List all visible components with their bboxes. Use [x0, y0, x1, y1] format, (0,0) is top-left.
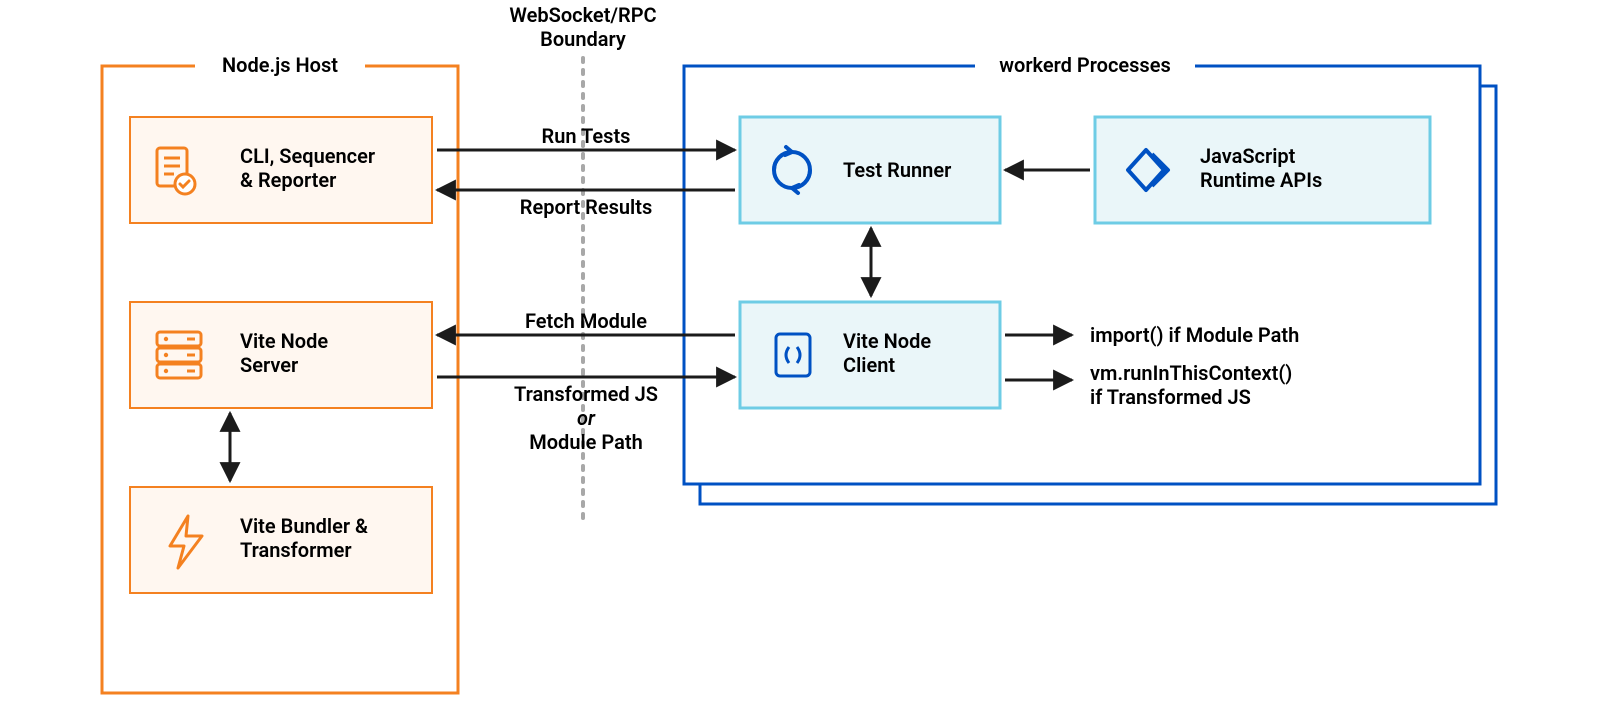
nodejs-host-group: Node.js Host CLI, Sequencer & Reporter: [102, 52, 458, 693]
transformed-label: Transformed JS: [514, 382, 658, 406]
vm-run-label-2: if Transformed JS: [1090, 385, 1251, 409]
js-runtime-label-1: JavaScript: [1200, 144, 1296, 168]
vite-client-label-1: Vite Node: [843, 329, 931, 353]
js-runtime-label-2: Runtime APIs: [1200, 168, 1322, 192]
cli-label-2: & Reporter: [240, 168, 336, 192]
vite-server-label-1: Vite Node: [240, 329, 328, 353]
fetch-module-label: Fetch Module: [525, 309, 647, 333]
boundary-title: WebSocket/RPC: [509, 3, 656, 27]
or-label: or: [577, 406, 596, 430]
boundary-subtitle: Boundary: [540, 27, 626, 51]
vite-client-box: Vite Node Client: [740, 302, 1000, 408]
workerd-group: workerd Processes Test Runner JavaScript…: [684, 52, 1496, 504]
vite-server-label-2: Server: [240, 353, 298, 377]
vite-client-label-2: Client: [843, 353, 895, 377]
test-runner-label: Test Runner: [843, 158, 951, 182]
architecture-diagram: WebSocket/RPC Boundary Node.js Host CLI,…: [0, 0, 1600, 726]
cli-box: CLI, Sequencer & Reporter: [130, 117, 432, 223]
nodejs-title: Node.js Host: [222, 53, 338, 77]
bundler-label-1: Vite Bundler &: [240, 514, 368, 538]
run-tests-label: Run Tests: [542, 124, 631, 148]
cli-label-1: CLI, Sequencer: [240, 144, 375, 168]
workerd-title: workerd Processes: [999, 53, 1171, 77]
vite-server-box: Vite Node Server: [130, 302, 432, 408]
module-path-label: Module Path: [529, 430, 643, 454]
import-if-label: import() if Module Path: [1090, 323, 1299, 347]
bundler-label-2: Transformer: [240, 538, 352, 562]
test-runner-box: Test Runner: [740, 117, 1000, 223]
bundler-box: Vite Bundler & Transformer: [130, 487, 432, 593]
report-results-label: Report Results: [520, 195, 653, 219]
vm-run-label-1: vm.runInThisContext(): [1090, 361, 1292, 385]
js-runtime-box: JavaScript Runtime APIs: [1095, 117, 1430, 223]
